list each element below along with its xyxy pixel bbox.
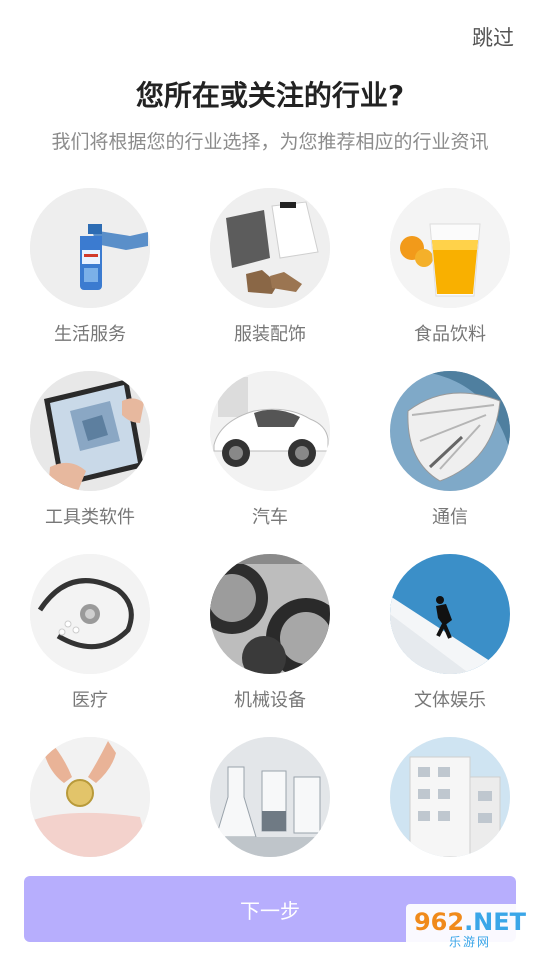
industry-label: 工具类软件 — [45, 507, 135, 528]
white-building-icon — [390, 737, 510, 857]
page-title: 您所在或关注的行业? — [135, 79, 405, 112]
industry-item-life-services[interactable]: 生活服务 — [10, 188, 170, 346]
skip-button[interactable]: 跳过 — [472, 22, 514, 52]
sports-car-icon — [210, 371, 330, 491]
industry-item-apparel[interactable]: 服装配饰 — [190, 188, 350, 346]
industry-item-machinery[interactable]: 机械设备 — [190, 554, 350, 712]
industry-item-real-estate[interactable] — [370, 737, 530, 869]
lab-glassware-icon — [210, 737, 330, 857]
tablet-drawing-icon — [30, 371, 150, 491]
industry-item-medical[interactable]: 医疗 — [10, 554, 170, 712]
stethoscope-icon — [30, 554, 150, 674]
industry-item-chemical[interactable] — [190, 737, 350, 869]
gears-icon — [210, 554, 330, 674]
industry-label: 生活服务 — [54, 324, 126, 345]
industry-item-telecom[interactable]: 通信 — [370, 371, 530, 529]
industry-item-tool-software[interactable]: 工具类软件 — [10, 371, 170, 529]
industry-label: 服装配饰 — [234, 324, 306, 345]
watermark-logo: 962.NET — [413, 908, 527, 936]
juice-glass-icon — [390, 188, 510, 308]
industry-label: 医疗 — [72, 690, 108, 711]
industry-label: 食品饮料 — [414, 324, 486, 345]
satellite-dish-icon — [390, 371, 510, 491]
industry-label: 文体娱乐 — [414, 690, 486, 711]
site-watermark: 962.NET 乐游网 — [406, 904, 534, 956]
industry-item-finance[interactable] — [10, 737, 170, 869]
page-subtitle: 我们将根据您的行业选择，为您推荐相应的行业资讯 — [51, 131, 489, 153]
industry-label: 汽车 — [252, 507, 288, 528]
watermark-caption: 乐游网 — [448, 935, 491, 949]
cleaning-spray-icon — [30, 188, 150, 308]
skier-icon — [390, 554, 510, 674]
industry-item-automobile[interactable]: 汽车 — [190, 371, 350, 529]
industry-label: 机械设备 — [234, 690, 306, 711]
industry-label: 通信 — [432, 507, 468, 528]
industry-item-food-beverage[interactable]: 食品饮料 — [370, 188, 530, 346]
clothes-shoes-icon — [210, 188, 330, 308]
industry-item-sports-entertainment[interactable]: 文体娱乐 — [370, 554, 530, 712]
piggy-bank-coin-icon — [30, 737, 150, 857]
